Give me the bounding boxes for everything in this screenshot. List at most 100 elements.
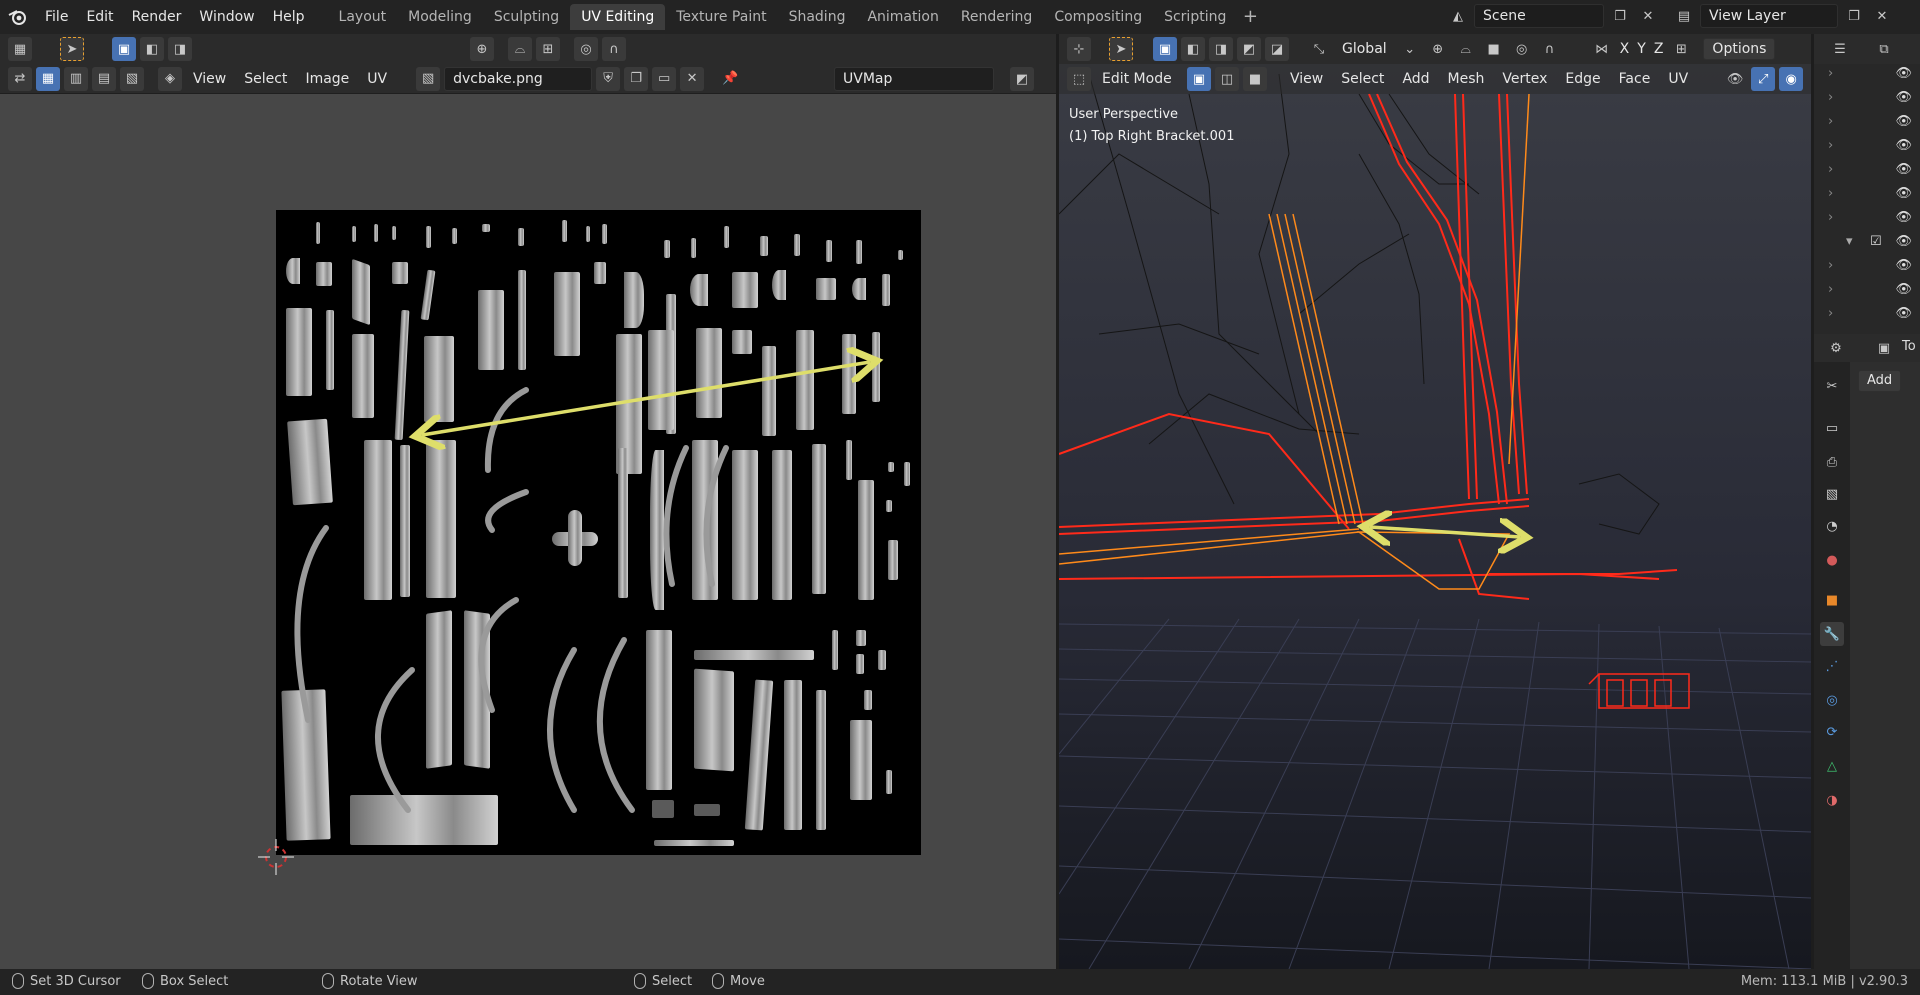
snap-icon[interactable]: ⌓ (508, 37, 532, 61)
close-view-layer-icon[interactable]: ✕ (1870, 4, 1894, 28)
checkbox-icon[interactable]: ☑ (1870, 234, 1882, 249)
sticky-select-icon[interactable]: ◈ (158, 66, 182, 91)
viewport-select-invert-icon[interactable]: ◩ (1237, 37, 1261, 61)
3d-viewport-area[interactable]: ⊹ ➤ ▣ ◧ ◨ ◩ ◪ ⤡ Global ⌄ ⊕ ⌓ ■ ◎ ∩ ⋈ X Y… (1059, 34, 1811, 969)
viewport-menu-add[interactable]: Add (1395, 67, 1436, 91)
properties-editor-icon[interactable]: ⚙ (1824, 336, 1848, 360)
tab-uv-editing[interactable]: UV Editing (570, 4, 666, 30)
uv-menu-image[interactable]: Image (298, 67, 356, 91)
viewport-select-extend-icon[interactable]: ◧ (1181, 37, 1205, 61)
modifier-tab-icon[interactable]: 🔧 (1820, 622, 1844, 646)
uv-menu-select[interactable]: Select (237, 67, 294, 91)
visibility-eye-icon[interactable]: 👁 (1895, 162, 1912, 177)
overlay-icon[interactable]: ◉ (1779, 67, 1804, 91)
vertex-select-icon[interactable]: ▦ (36, 66, 60, 91)
viewport-menu-edge[interactable]: Edge (1558, 67, 1607, 91)
viewport-menu-uv[interactable]: UV (1661, 67, 1695, 91)
editor-type-icon[interactable]: ▦ (8, 37, 32, 61)
viewport-menu-view[interactable]: View (1283, 67, 1330, 91)
visibility-eye-icon[interactable]: 👁 (1895, 258, 1912, 273)
render-tab-icon[interactable]: ▭ (1820, 416, 1844, 440)
particles-tab-icon[interactable]: ⋰ (1820, 654, 1844, 678)
new-view-layer-icon[interactable]: ❐ (1842, 4, 1866, 28)
select-subtract-icon[interactable]: ◨ (168, 37, 192, 61)
visibility-eye-icon[interactable]: 👁 (1895, 90, 1912, 105)
data-tab-icon[interactable]: △ (1820, 754, 1844, 778)
output-tab-icon[interactable]: ⎙ (1820, 450, 1844, 474)
add-workspace-button[interactable]: + (1237, 4, 1263, 30)
orientation-dropdown[interactable]: Global (1335, 37, 1394, 61)
tab-sculpting[interactable]: Sculpting (483, 4, 570, 30)
viewport-menu-face[interactable]: Face (1612, 67, 1658, 91)
visibility-eye-icon[interactable]: 👁 (1895, 210, 1912, 225)
new-scene-icon[interactable]: ❐ (1608, 4, 1632, 28)
tab-texture-paint[interactable]: Texture Paint (665, 4, 777, 30)
add-modifier-dropdown[interactable]: Add (1858, 370, 1902, 392)
menu-render[interactable]: Render (123, 5, 191, 29)
image-browse-icon[interactable]: ▧ (416, 66, 441, 91)
viewport-pivot-icon[interactable]: ⊕ (1426, 37, 1450, 61)
open-image-icon[interactable]: ▭ (652, 66, 677, 91)
world-tab-icon[interactable]: ● (1820, 548, 1844, 572)
viewport-snap-icon[interactable]: ⌓ (1454, 37, 1478, 61)
viewport-menu-vertex[interactable]: Vertex (1495, 67, 1554, 91)
menu-edit[interactable]: Edit (77, 5, 122, 29)
uv-map-field[interactable]: UVMap (834, 67, 994, 91)
visibility-eye-icon[interactable]: 👁 (1895, 282, 1912, 297)
display-mode-icon[interactable]: ◩ (1010, 67, 1034, 91)
axis-y[interactable]: Y (1635, 37, 1648, 61)
scene-field[interactable]: Scene (1474, 4, 1604, 28)
face-mode-icon[interactable]: ■ (1243, 67, 1267, 91)
mirror-icon[interactable]: ⋈ (1590, 37, 1614, 61)
viewport-menu-mesh[interactable]: Mesh (1441, 67, 1492, 91)
tab-compositing[interactable]: Compositing (1043, 4, 1153, 30)
constraints-tab-icon[interactable]: ⟳ (1820, 720, 1844, 744)
physics-tab-icon[interactable]: ◎ (1820, 688, 1844, 712)
properties-pin-icon[interactable]: ▣ (1872, 336, 1896, 360)
edge-mode-icon[interactable]: ◫ (1215, 67, 1239, 91)
tab-animation[interactable]: Animation (856, 4, 949, 30)
viewport-proportional-icon[interactable]: ◎ (1510, 37, 1534, 61)
edit-mode-icon[interactable]: ⬚ (1067, 67, 1091, 91)
uv-menu-uv[interactable]: UV (360, 67, 394, 91)
tab-modeling[interactable]: Modeling (397, 4, 483, 30)
vertex-mode-icon[interactable]: ▣ (1187, 67, 1211, 91)
visibility-eye-icon[interactable]: 👁 (1723, 67, 1747, 91)
select-extend-icon[interactable]: ◧ (140, 37, 164, 61)
tab-scripting[interactable]: Scripting (1153, 4, 1237, 30)
edge-select-icon[interactable]: ▥ (64, 66, 88, 91)
close-scene-icon[interactable]: ✕ (1636, 4, 1660, 28)
gizmo-icon[interactable]: ⤢ (1751, 67, 1776, 91)
uv-menu-view[interactable]: View (186, 67, 233, 91)
viewport-editor-type-icon[interactable]: ⊹ (1067, 37, 1091, 61)
viewport-select-new-icon[interactable]: ▣ (1153, 37, 1177, 61)
view-layer-field[interactable]: View Layer (1700, 4, 1838, 28)
mode-dropdown[interactable]: Edit Mode (1095, 67, 1183, 91)
blender-logo-icon[interactable] (0, 0, 36, 34)
visibility-eye-icon[interactable]: 👁 (1895, 306, 1912, 321)
viewport-select-subtract-icon[interactable]: ◨ (1209, 37, 1233, 61)
viewport-menu-select[interactable]: Select (1334, 67, 1391, 91)
options-dropdown[interactable]: Options (1703, 38, 1776, 60)
select-box-mode-icon[interactable]: ▣ (112, 37, 136, 61)
menu-help[interactable]: Help (264, 5, 314, 29)
falloff-icon[interactable]: ∩ (602, 37, 626, 61)
snap-target-icon[interactable]: ⊞ (536, 37, 560, 61)
3d-cursor-icon[interactable] (256, 837, 296, 877)
viewport-snap-target-icon[interactable]: ■ (1482, 37, 1506, 61)
select-tool-icon[interactable]: ➤ (60, 37, 84, 61)
tab-rendering[interactable]: Rendering (950, 4, 1044, 30)
view-layer-tab-icon[interactable]: ▧ (1820, 482, 1844, 506)
image-name-field[interactable]: dvcbake.png (444, 66, 593, 91)
fake-user-icon[interactable]: ⛨ (596, 66, 621, 91)
visibility-eye-icon[interactable]: 👁 (1895, 114, 1912, 129)
visibility-eye-icon[interactable]: 👁 (1895, 66, 1912, 81)
object-tab-icon[interactable]: ■ (1820, 588, 1844, 612)
orientation-icon[interactable]: ⤡ (1307, 37, 1331, 61)
uv-editor-area[interactable]: ▦ ➤ ▣ ◧ ◨ ⊕ ⌓ ⊞ ◎ ∩ ⇄ ▦ ▥ ▤ ▧ ◈ View Sel… (0, 34, 1056, 969)
pin-icon[interactable]: 📌 (718, 67, 742, 91)
scene-icon[interactable]: ◭ (1446, 4, 1470, 28)
new-image-icon[interactable]: ❐ (624, 66, 649, 91)
outliner-panel[interactable]: ☰ ⧉ › 👁 › 👁 › 👁 › 👁 › 👁 › 👁 › 👁 ▾ ☑ 👁 › 👁 › 👁 › 👁 (1814, 34, 1920, 334)
unlink-image-icon[interactable]: ✕ (680, 66, 705, 91)
